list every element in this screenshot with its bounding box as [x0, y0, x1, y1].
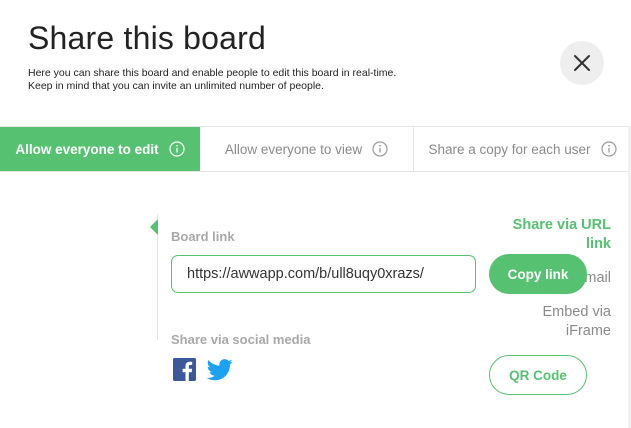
board-link-field[interactable]: https://awwapp.com/b/ull8uqy0xrazs/: [171, 255, 476, 293]
board-link-value: https://awwapp.com/b/ull8uqy0xrazs/: [187, 266, 424, 282]
board-link-label: Board link: [171, 229, 235, 244]
description-line-1: Here you can share this board and enable…: [28, 67, 397, 79]
nav-item-share-url[interactable]: Share via URL link: [513, 216, 611, 254]
tab-label: Allow everyone to edit: [15, 141, 159, 157]
description-line-2: Keep in mind that you can invite an unli…: [28, 80, 324, 92]
nav-item-label: iFrame: [565, 323, 611, 339]
nav-item-embed-iframe[interactable]: Embed via iFrame: [542, 303, 611, 341]
copy-link-button[interactable]: Copy link: [489, 254, 587, 294]
close-icon: [574, 55, 590, 71]
share-dialog: Share this board Here you can share this…: [0, 0, 631, 428]
info-icon[interactable]: [600, 141, 617, 157]
close-button[interactable]: [560, 41, 604, 85]
tab-label: Allow everyone to view: [224, 141, 363, 157]
tab-allow-view[interactable]: Allow everyone to view: [200, 127, 414, 171]
permission-tabs: Allow everyone to edit Allow everyone to…: [0, 126, 631, 172]
twitter-share-button[interactable]: [206, 359, 233, 386]
nav-item-label: Share via URL: [512, 217, 611, 233]
nav-item-label: Embed via: [542, 304, 611, 320]
facebook-share-button[interactable]: [173, 358, 196, 386]
dialog-description: Here you can share this board and enable…: [28, 67, 498, 93]
social-share-label: Share via social media: [171, 332, 311, 347]
tab-allow-edit[interactable]: Allow everyone to edit: [0, 127, 200, 171]
tab-label: Share a copy for each user: [428, 141, 591, 157]
dialog-title: Share this board: [28, 20, 267, 56]
active-nav-indicator: [150, 219, 158, 235]
qr-code-button[interactable]: QR Code: [489, 355, 587, 395]
info-icon[interactable]: [169, 141, 185, 157]
info-icon[interactable]: [372, 141, 388, 157]
nav-item-label: link: [586, 236, 611, 252]
tab-share-copy[interactable]: Share a copy for each user: [414, 127, 631, 171]
twitter-icon: [206, 359, 233, 381]
share-method-nav: [0, 214, 158, 340]
facebook-icon: [173, 358, 196, 381]
